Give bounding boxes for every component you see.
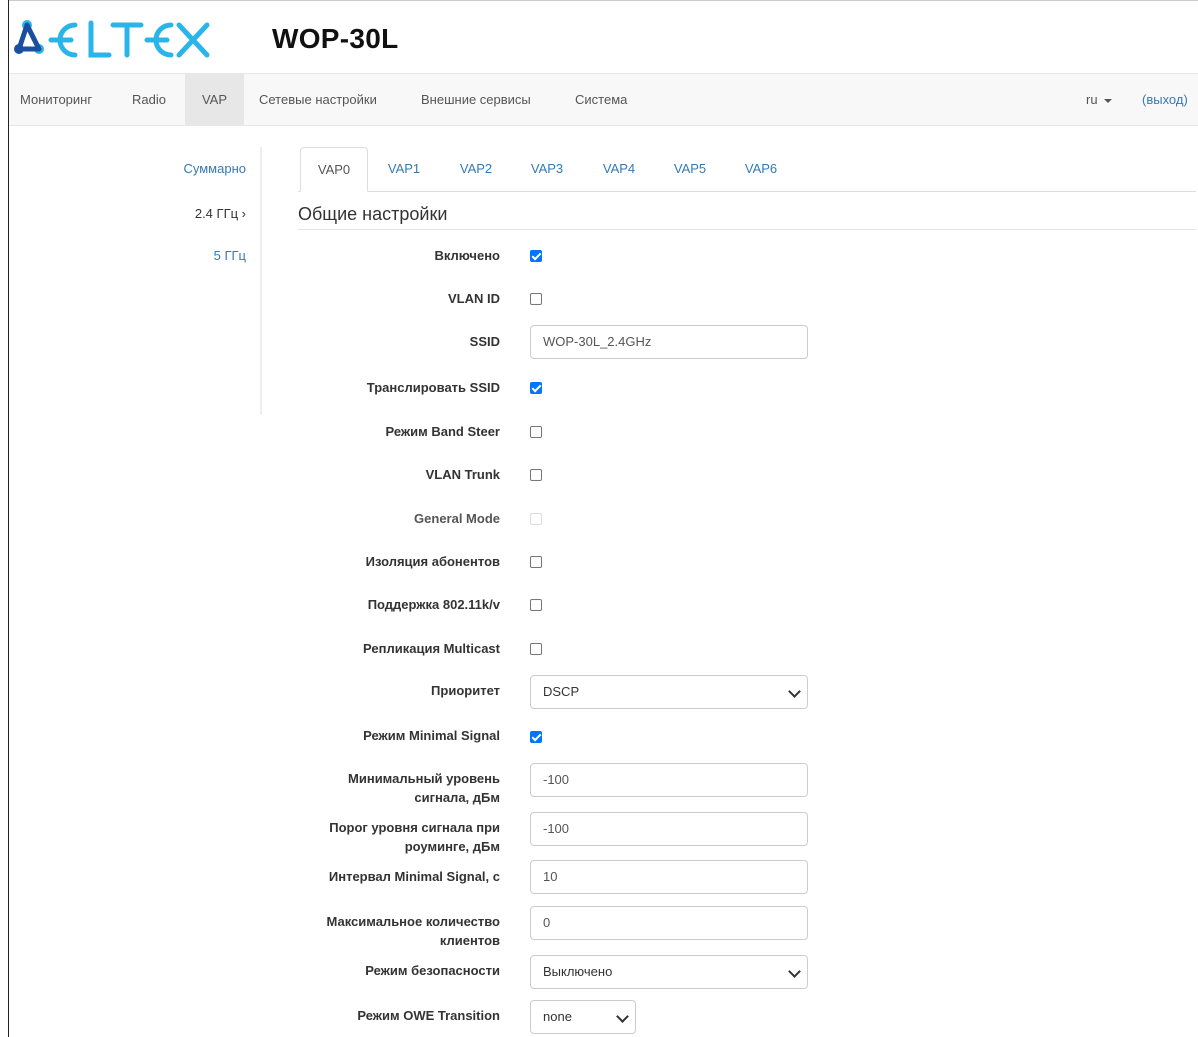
eltex-logo — [14, 20, 210, 58]
top-navbar: Мониторинг Radio VAP Сетевые настройки В… — [9, 73, 1198, 126]
min-signal-level-label: Минимальный уровень сигнала, дБм — [300, 769, 500, 807]
nav-item-system[interactable]: Система — [575, 74, 627, 125]
tab-vap2[interactable]: VAP2 — [450, 147, 502, 191]
roaming-threshold-input[interactable]: -100 — [530, 812, 808, 846]
min-signal-level-input[interactable]: -100 — [530, 763, 808, 797]
priority-value: DSCP — [543, 684, 580, 699]
security-mode-select[interactable]: Выключено — [530, 955, 808, 989]
security-mode-value: Выключено — [543, 964, 613, 979]
vap-tabs: VAP0 VAP1 VAP2 VAP3 VAP4 VAP5 VAP6 — [298, 147, 1196, 192]
nav-item-monitoring[interactable]: Мониторинг — [20, 74, 92, 125]
max-clients-label-line1: Максимальное количество — [326, 914, 500, 929]
vlan-trunk-label: VLAN Trunk — [425, 467, 500, 482]
header: WOP-30L — [9, 1, 1198, 73]
min-signal-interval-label: Интервал Minimal Signal, с — [328, 869, 500, 884]
sidebar-item-5ghz[interactable]: 5 ГГц — [214, 248, 246, 263]
sidebar-item-summary[interactable]: Суммарно — [184, 161, 247, 176]
roaming-threshold-label-line1: Порог уровня сигнала при — [329, 820, 500, 835]
support-80211kv-label: Поддержка 802.11k/v — [367, 597, 500, 612]
general-mode-checkbox — [530, 513, 542, 525]
roaming-threshold-label: Порог уровня сигнала при роуминге, дБм — [300, 818, 500, 856]
owe-transition-label: Режим OWE Transition — [357, 1008, 500, 1023]
minimal-signal-label: Режим Minimal Signal — [363, 728, 500, 743]
chevron-down-icon — [616, 1010, 629, 1023]
multicast-replication-label: Репликация Multicast — [363, 641, 500, 656]
max-clients-label: Максимальное количество клиентов — [300, 912, 500, 950]
chevron-down-icon — [788, 685, 801, 698]
tab-vap4[interactable]: VAP4 — [593, 147, 645, 191]
nav-item-vap[interactable]: VAP — [185, 74, 244, 125]
owe-transition-select[interactable]: none — [530, 1000, 636, 1034]
vlan-id-label: VLAN ID — [448, 291, 500, 306]
tab-vap3[interactable]: VAP3 — [521, 147, 573, 191]
nav-item-radio[interactable]: Radio — [132, 74, 166, 125]
owe-transition-value: none — [543, 1009, 572, 1024]
multicast-replication-checkbox[interactable] — [530, 643, 542, 655]
model-title: WOP-30L — [272, 23, 399, 54]
min-signal-level-label-line2: сигнала, дБм — [414, 790, 500, 805]
general-mode-label: General Mode — [414, 511, 500, 526]
security-mode-label: Режим безопасности — [365, 963, 500, 978]
ssid-label: SSID — [469, 334, 500, 349]
min-signal-level-label-line1: Минимальный уровень — [348, 771, 500, 786]
vlan-id-checkbox[interactable] — [530, 293, 542, 305]
vlan-trunk-checkbox[interactable] — [530, 469, 542, 481]
max-clients-input[interactable]: 0 — [530, 906, 808, 940]
ssid-input[interactable]: WOP-30L_2.4GHz — [530, 325, 808, 359]
broadcast-ssid-label: Транслировать SSID — [366, 380, 500, 395]
support-80211kv-checkbox[interactable] — [530, 599, 542, 611]
tab-vap6[interactable]: VAP6 — [735, 147, 787, 191]
language-label: ru — [1086, 92, 1098, 107]
nav-item-network-settings[interactable]: Сетевые настройки — [259, 74, 377, 125]
section-title: Общие настройки — [298, 204, 448, 224]
enabled-label: Включено — [434, 248, 501, 263]
priority-select[interactable]: DSCP — [530, 675, 808, 709]
client-isolation-label: Изоляция абонентов — [365, 554, 500, 569]
roaming-threshold-label-line2: роуминге, дБм — [404, 839, 500, 854]
minimal-signal-checkbox[interactable] — [530, 731, 542, 743]
caret-down-icon — [1103, 98, 1112, 103]
enabled-checkbox[interactable] — [530, 250, 542, 262]
priority-label: Приоритет — [431, 683, 500, 698]
client-isolation-checkbox[interactable] — [530, 556, 542, 568]
tab-vap5[interactable]: VAP5 — [664, 147, 716, 191]
nav-item-external-services[interactable]: Внешние сервисы — [421, 74, 531, 125]
page-left-border — [8, 0, 9, 1037]
tab-vap0[interactable]: VAP0 — [300, 147, 368, 192]
chevron-down-icon — [788, 965, 801, 978]
sidebar-item-2-4ghz[interactable]: 2.4 ГГц › — [195, 206, 246, 221]
band-steer-label: Режим Band Steer — [385, 424, 500, 439]
tab-vap1[interactable]: VAP1 — [378, 147, 430, 191]
band-steer-checkbox[interactable] — [530, 426, 542, 438]
sidebar: Суммарно 2.4 ГГц › 5 ГГц — [160, 147, 262, 415]
section-divider — [298, 229, 1196, 230]
min-signal-interval-input[interactable]: 10 — [530, 860, 808, 894]
broadcast-ssid-checkbox[interactable] — [530, 382, 542, 394]
language-dropdown[interactable]: ru — [1086, 74, 1112, 125]
max-clients-label-line2: клиентов — [439, 933, 500, 948]
logout-link[interactable]: (выход) — [1142, 74, 1188, 125]
